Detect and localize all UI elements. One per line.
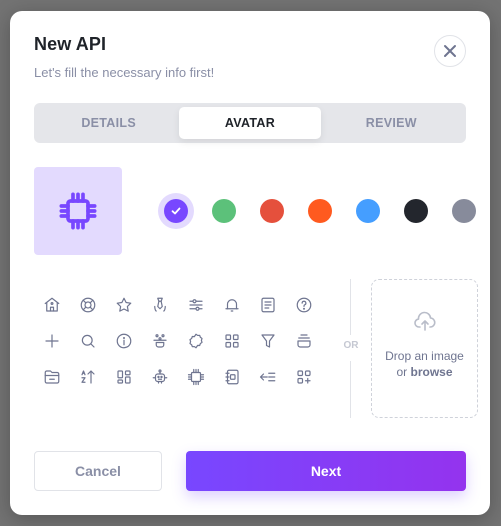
icon-option-document[interactable] (250, 287, 286, 323)
cloud-upload-icon (413, 311, 436, 331)
icon-option-grid-plus[interactable] (286, 359, 322, 395)
close-icon (444, 45, 456, 57)
dropzone-text: Drop an image or browse (385, 348, 464, 380)
tab-avatar[interactable]: AVATAR (179, 107, 321, 139)
icon-option-notebook[interactable] (214, 359, 250, 395)
users-group-icon (153, 334, 167, 348)
tab-review[interactable]: REVIEW (321, 107, 462, 139)
bell-icon (225, 299, 239, 312)
image-dropzone[interactable]: Drop an image or browse (371, 279, 478, 418)
color-swatch-orange[interactable] (302, 193, 338, 229)
tie-icon (154, 297, 166, 312)
icon-option-help-circle[interactable] (286, 287, 322, 323)
icon-option-collapse-left[interactable] (250, 359, 286, 395)
icon-option-archive[interactable] (286, 323, 322, 359)
color-swatch-gray[interactable] (446, 193, 482, 229)
icon-option-robot[interactable] (142, 359, 178, 395)
color-swatch-black[interactable] (398, 193, 434, 229)
browse-link[interactable]: browse (411, 365, 453, 379)
filter-icon (261, 334, 275, 348)
archive-icon (297, 334, 311, 348)
color-dot (356, 199, 380, 223)
color-dot (164, 199, 188, 223)
icon-option-sliders[interactable] (178, 287, 214, 323)
color-dot (308, 199, 332, 223)
icon-option-badge[interactable] (178, 323, 214, 359)
icon-option-sort-az[interactable] (70, 359, 106, 395)
color-swatch-purple[interactable] (158, 193, 194, 229)
step-tabs: DETAILS AVATAR REVIEW (34, 103, 466, 143)
icon-option-dashboard[interactable] (106, 359, 142, 395)
cancel-button[interactable]: Cancel (34, 451, 162, 491)
check-icon (171, 207, 181, 215)
dashboard-icon (117, 370, 131, 384)
icon-option-users-group[interactable] (142, 323, 178, 359)
color-dot (452, 199, 476, 223)
notebook-icon (225, 369, 239, 385)
home-icon (44, 297, 60, 312)
lifebuoy-icon (80, 297, 96, 313)
icon-option-plus[interactable] (34, 323, 70, 359)
plus-icon (45, 334, 59, 348)
icon-option-cpu[interactable] (178, 359, 214, 395)
color-swatch-red[interactable] (254, 193, 290, 229)
robot-icon (152, 369, 168, 384)
color-swatch-green[interactable] (206, 193, 242, 229)
grid-plus-icon (297, 370, 311, 384)
icon-option-search[interactable] (70, 323, 106, 359)
help-circle-icon (296, 297, 312, 313)
search-icon (81, 334, 95, 348)
or-divider-label: OR (341, 340, 361, 351)
color-dot (260, 199, 284, 223)
color-dot (404, 199, 428, 223)
icon-picker (34, 287, 322, 395)
divider-bottom (350, 361, 351, 418)
sliders-icon (189, 299, 203, 311)
icon-option-grid[interactable] (214, 323, 250, 359)
star-icon (116, 297, 132, 312)
document-icon (261, 297, 275, 313)
icon-option-tie[interactable] (142, 287, 178, 323)
icon-option-filter[interactable] (250, 323, 286, 359)
icon-option-lifebuoy[interactable] (70, 287, 106, 323)
divider-top (350, 279, 351, 335)
cpu-icon (59, 192, 97, 230)
sort-az-icon (81, 370, 95, 384)
folder-icon (44, 370, 60, 384)
grid-icon (225, 334, 239, 348)
icon-option-folder[interactable] (34, 359, 70, 395)
dropzone-line1: Drop an image (385, 349, 464, 363)
icon-option-home[interactable] (34, 287, 70, 323)
color-swatch-blue[interactable] (350, 193, 386, 229)
next-button[interactable]: Next (186, 451, 466, 491)
icon-option-info[interactable] (106, 323, 142, 359)
close-button[interactable] (434, 35, 466, 67)
info-icon (116, 333, 132, 349)
avatar-preview (34, 167, 122, 255)
tab-details[interactable]: DETAILS (38, 107, 179, 139)
modal-title: New API (34, 34, 107, 54)
collapse-left-icon (259, 372, 276, 382)
badge-icon (189, 333, 203, 349)
new-api-modal: New API Let's fill the necessary info fi… (10, 11, 490, 515)
icon-option-bell[interactable] (214, 287, 250, 323)
cpu-icon (187, 368, 205, 386)
color-picker (158, 193, 494, 229)
modal-subtitle: Let's fill the necessary info first! (34, 65, 215, 80)
icon-option-star[interactable] (106, 287, 142, 323)
color-dot (212, 199, 236, 223)
dropzone-or: or (396, 365, 411, 379)
